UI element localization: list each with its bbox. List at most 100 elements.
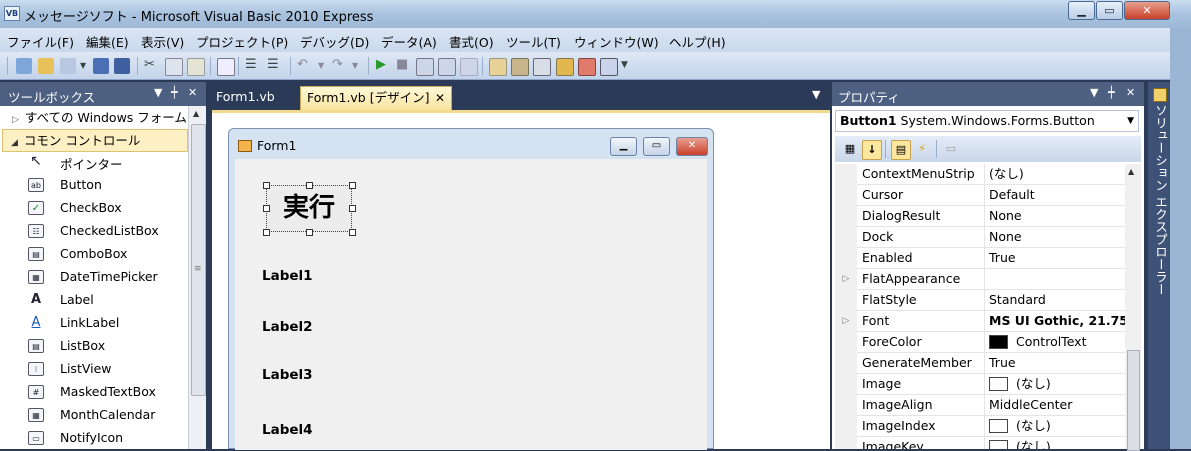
toolbox-item-ポインター[interactable]: ↖ ポインター	[0, 151, 188, 174]
solution-explorer-side-tab[interactable]: ソリューション エクスプローラー	[1148, 82, 1170, 449]
property-row-imageindex[interactable]: ImageIndex (なし)	[835, 416, 1125, 437]
form-minimize-button[interactable]: ▁	[610, 137, 637, 156]
auto-hide-pin-icon[interactable]: ┿	[171, 86, 178, 99]
cut-icon[interactable]: ✂	[144, 57, 155, 72]
toolbox-item-maskedtextbox[interactable]: # MaskedTextBox	[0, 381, 188, 404]
property-value[interactable]: Default	[984, 185, 1125, 205]
property-value[interactable]: (なし)	[984, 374, 1125, 394]
toolbox-item-datetimepicker[interactable]: ▦ DateTimePicker	[0, 266, 188, 289]
step-over-icon[interactable]	[438, 58, 456, 76]
form-close-button[interactable]: ✕	[676, 137, 708, 156]
redo-icon[interactable]: ↷	[332, 57, 343, 72]
expand-arrow-icon[interactable]: ▷	[835, 269, 857, 290]
toolbox-item-linklabel[interactable]: A LinkLabel	[0, 312, 188, 335]
close-tab-icon[interactable]: ✕	[435, 87, 445, 109]
toolbox-category-all[interactable]: ▷ すべての Windows フォーム	[6, 107, 187, 128]
property-value[interactable]	[984, 269, 1125, 289]
property-row-forecolor[interactable]: ForeColor ControlText	[835, 332, 1125, 353]
property-pages-icon[interactable]: ▭	[942, 140, 960, 158]
start-debugging-icon[interactable]: ▶	[376, 57, 386, 72]
form-client-area[interactable]: 実行 Label1 Label2 Label3 Label4	[235, 159, 707, 450]
find-in-files-icon[interactable]	[489, 58, 507, 76]
chevron-down-icon[interactable]: ▼	[1127, 111, 1134, 131]
property-value[interactable]: (なし)	[984, 416, 1125, 436]
window-position-icon[interactable]: ▼	[154, 86, 162, 99]
expand-arrow-icon[interactable]: ▷	[835, 311, 857, 332]
label1[interactable]: Label1	[262, 268, 313, 284]
uncomment-icon[interactable]: ☰	[267, 57, 279, 72]
property-row-dialogresult[interactable]: DialogResult None	[835, 206, 1125, 227]
paste-icon[interactable]	[187, 58, 205, 76]
property-value[interactable]: MiddleCenter	[984, 395, 1125, 415]
menu-item-4[interactable]: デバッグ(D)	[300, 32, 369, 51]
object-selector[interactable]: Button1 System.Windows.Forms.Button ▼	[835, 110, 1139, 132]
property-row-image[interactable]: Image (なし)	[835, 374, 1125, 395]
copy-icon[interactable]	[165, 58, 183, 76]
toolbox-item-checkedlistbox[interactable]: ☷ CheckedListBox	[0, 220, 188, 243]
property-value[interactable]: Standard	[984, 290, 1125, 310]
scroll-thumb[interactable]	[1127, 350, 1140, 451]
property-row-flatappearance[interactable]: ▷ FlatAppearance	[835, 269, 1125, 290]
toolbox-category-common[interactable]: ◢ コモン コントロール	[2, 129, 188, 152]
toolbox-icon[interactable]	[578, 58, 596, 76]
object-browser-icon[interactable]	[556, 58, 574, 76]
label4[interactable]: Label4	[262, 422, 313, 438]
run-button[interactable]: 実行	[266, 185, 352, 232]
toolbox-item-monthcalendar[interactable]: ▦ MonthCalendar	[0, 404, 188, 427]
undo-icon[interactable]: ↶	[297, 57, 308, 72]
maximize-button[interactable]: ▭	[1096, 1, 1123, 20]
stop-debugging-icon[interactable]: ■	[396, 57, 408, 72]
toolbox-scrollbar[interactable]: ▲ ≡	[188, 106, 206, 449]
find-icon[interactable]	[217, 58, 235, 76]
resize-handle[interactable]	[349, 182, 356, 189]
auto-hide-pin-icon[interactable]: ┿	[1108, 86, 1115, 99]
scroll-thumb[interactable]	[191, 124, 206, 396]
property-row-flatstyle[interactable]: FlatStyle Standard	[835, 290, 1125, 311]
categorized-icon[interactable]: ▦	[841, 140, 859, 158]
resize-handle[interactable]	[349, 205, 356, 212]
menu-item-2[interactable]: 表示(V)	[141, 32, 184, 51]
toolbar-grip[interactable]	[7, 57, 8, 75]
menu-item-3[interactable]: プロジェクト(P)	[196, 32, 288, 51]
resize-handle[interactable]	[263, 182, 270, 189]
property-row-dock[interactable]: Dock None	[835, 227, 1125, 248]
resize-handle[interactable]	[263, 229, 270, 236]
property-row-font[interactable]: ▷ Font MS UI Gothic, 21.75pt	[835, 311, 1125, 332]
minimize-button[interactable]: ▁	[1068, 1, 1095, 20]
close-panel-icon[interactable]: ✕	[1126, 86, 1135, 99]
resize-handle[interactable]	[306, 182, 313, 189]
menu-item-5[interactable]: データ(A)	[381, 32, 437, 51]
toolbox-item-listbox[interactable]: ▤ ListBox	[0, 335, 188, 358]
open-file-icon[interactable]	[38, 58, 54, 74]
solution-explorer-icon[interactable]	[511, 58, 529, 76]
resize-handle[interactable]	[349, 229, 356, 236]
property-row-imagekey[interactable]: ImageKey (なし)	[835, 437, 1125, 449]
label3[interactable]: Label3	[262, 367, 313, 383]
step-out-icon[interactable]	[460, 58, 478, 76]
toolbox-item-combobox[interactable]: ▤ ComboBox	[0, 243, 188, 266]
save-all-icon[interactable]	[114, 58, 130, 74]
property-value[interactable]: (なし)	[984, 164, 1125, 184]
scroll-up-icon[interactable]: ▲	[1128, 167, 1134, 176]
property-value[interactable]: ControlText	[984, 332, 1125, 352]
toolbox-item-notifyicon[interactable]: ▭ NotifyIcon	[0, 427, 188, 450]
add-item-icon[interactable]	[60, 58, 76, 74]
form-maximize-button[interactable]: ▭	[643, 137, 670, 156]
active-files-dropdown-icon[interactable]: ▼	[812, 88, 820, 101]
vb-app-icon[interactable]: VB	[4, 6, 20, 21]
redo-dropdown-icon[interactable]: ▼	[352, 61, 358, 70]
new-project-icon[interactable]	[16, 58, 32, 74]
menu-item-9[interactable]: ヘルプ(H)	[669, 32, 726, 51]
toolbox-item-button[interactable]: ab Button	[0, 174, 188, 197]
property-value[interactable]: (なし)	[984, 437, 1125, 449]
toolbox-item-listview[interactable]: ⁝ ListView	[0, 358, 188, 381]
menu-item-8[interactable]: ウィンドウ(W)	[574, 32, 659, 51]
property-row-cursor[interactable]: Cursor Default	[835, 185, 1125, 206]
properties-scrollbar[interactable]: ▲	[1125, 164, 1141, 451]
resize-handle[interactable]	[263, 205, 270, 212]
events-lightning-icon[interactable]: ⚡	[913, 140, 931, 158]
property-value[interactable]: None	[984, 227, 1125, 247]
close-button[interactable]: ✕	[1124, 1, 1170, 20]
property-row-generatemember[interactable]: GenerateMember True	[835, 353, 1125, 374]
add-item-dropdown-icon[interactable]: ▼	[80, 61, 86, 70]
